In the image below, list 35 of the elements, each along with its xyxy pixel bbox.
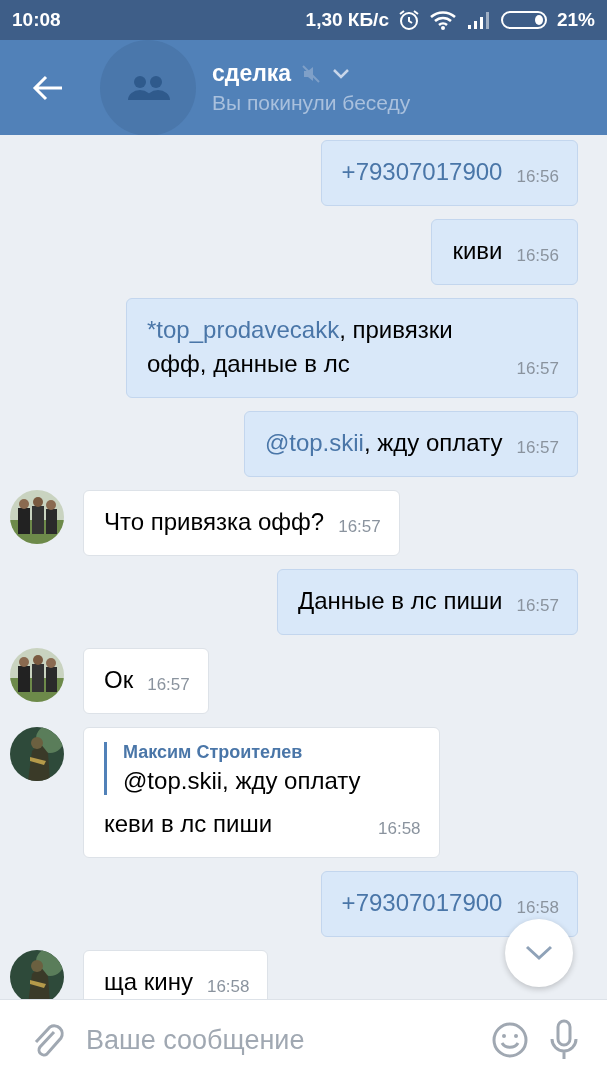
message-text: киви: [452, 236, 503, 266]
reply-text: @top.skii, жду оплату: [123, 767, 361, 795]
message-time: 16:57: [516, 596, 559, 616]
message-time: 16:57: [516, 438, 559, 458]
message-time: 16:57: [147, 675, 190, 695]
message-input[interactable]: Ваше сообщение: [84, 1023, 471, 1057]
message-text: Ок: [104, 665, 134, 695]
chat-title: сделка: [212, 60, 292, 87]
chevron-down-icon: [524, 944, 554, 962]
battery-icon: [500, 10, 549, 30]
message-time: 16:58: [206, 977, 250, 997]
chevron-down-icon[interactable]: [331, 66, 352, 81]
message-text: @top.skii, жду оплату: [264, 428, 503, 458]
microphone-icon[interactable]: [549, 1019, 579, 1061]
reply-author: Максим Строителев: [123, 742, 304, 763]
message-time: 16:56: [516, 167, 559, 187]
message-text: Что привязка офф?: [104, 507, 325, 537]
battery-level: 21%: [556, 9, 595, 31]
smiley-icon[interactable]: [491, 1021, 529, 1059]
scroll-down-button[interactable]: [505, 919, 573, 987]
message-time: 16:56: [516, 246, 559, 266]
message-text: +79307017900: [341, 157, 503, 187]
message-time: 16:58: [378, 819, 421, 839]
clock-time: 10:08: [12, 9, 61, 31]
message-text: +79307017900: [341, 888, 503, 918]
message-text: *top_prodavecakk, привязки офф, данные в лс: [147, 315, 454, 379]
group-avatar-icon: [100, 39, 196, 136]
message-text: ща кину: [104, 967, 193, 997]
message-time: 16:57: [338, 517, 381, 537]
message-time: 16:58: [516, 898, 559, 918]
chat-subtitle: Вы покинули беседу: [212, 91, 411, 115]
network-speed: 1,30 КБ/с: [305, 9, 389, 31]
message-text: Данные в лс пиши: [297, 586, 503, 616]
message-text: кеви в лс пиши: [104, 809, 273, 839]
message-time: 16:57: [516, 359, 559, 379]
